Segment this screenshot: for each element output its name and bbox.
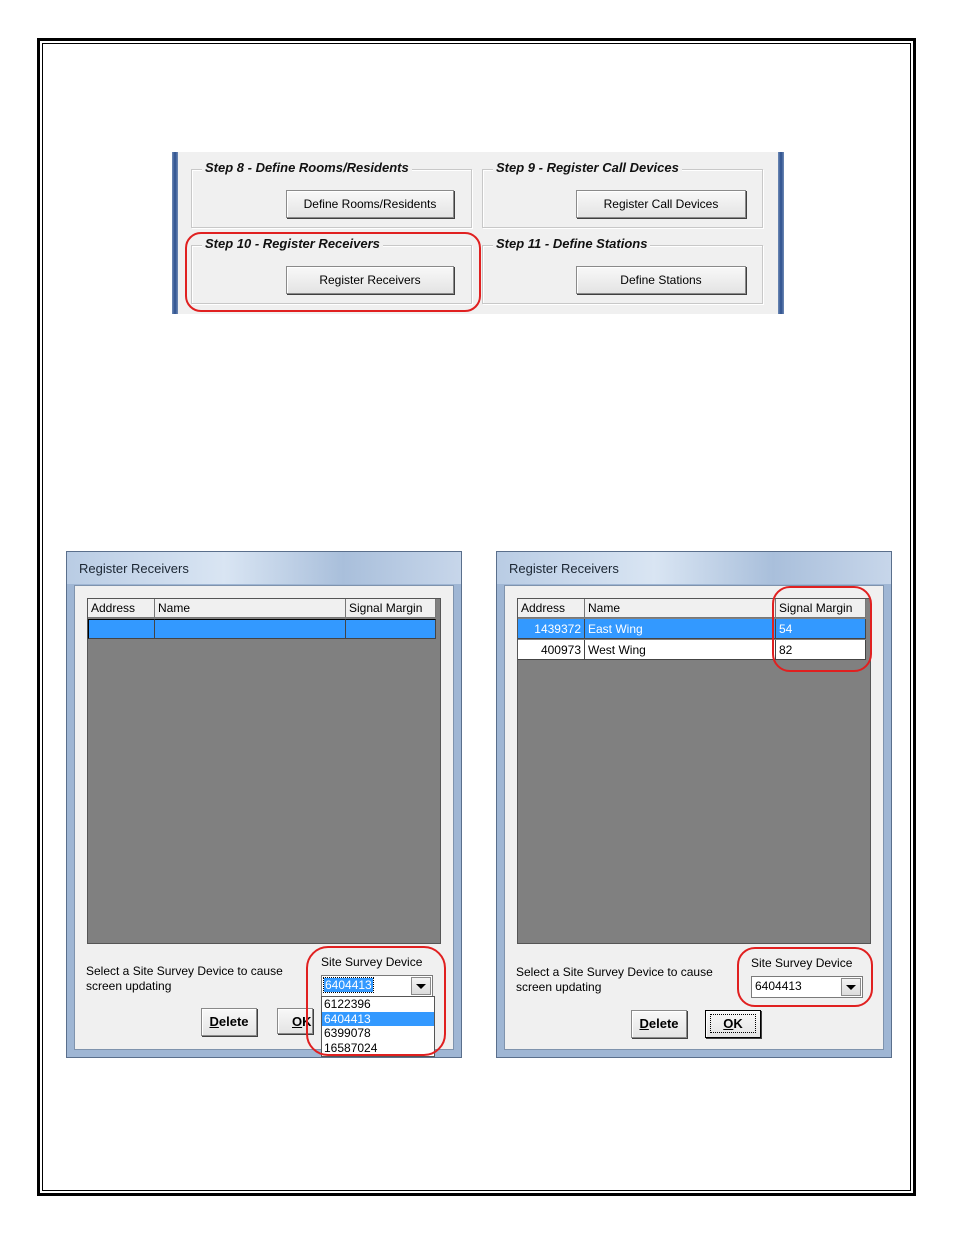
cell-name[interactable] xyxy=(155,619,346,639)
dialog-title-bar[interactable]: Register Receivers xyxy=(497,552,891,584)
register-receivers-dialog-left: Register Receivers Address Name Signal M… xyxy=(66,551,462,1058)
dialog-title: Register Receivers xyxy=(509,561,619,576)
cell-address[interactable]: 400973 xyxy=(518,640,585,660)
panel-right-edge xyxy=(778,152,784,314)
grid-header: Address Name Signal Margin xyxy=(518,599,866,619)
chevron-down-icon[interactable] xyxy=(841,978,861,996)
cell-signal-margin[interactable] xyxy=(346,619,436,639)
col-signal-margin-header[interactable]: Signal Margin xyxy=(346,599,436,618)
cell-name[interactable]: East Wing xyxy=(585,619,776,639)
dropdown-option[interactable]: 16587024 xyxy=(322,1041,434,1056)
step11-legend: Step 11 - Define Stations xyxy=(493,236,651,251)
cell-address[interactable] xyxy=(88,619,155,639)
ok-mnemonic: O xyxy=(723,1016,734,1031)
site-survey-device-dropdown-list[interactable]: 6122396 6404413 6399078 16587024 xyxy=(321,996,435,1057)
ok-button[interactable]: OK xyxy=(705,1010,761,1038)
cell-address[interactable]: 1439372 xyxy=(518,619,585,639)
step10-group: Step 10 - Register Receivers Register Re… xyxy=(191,236,472,304)
step11-group: Step 11 - Define Stations Define Station… xyxy=(482,236,763,304)
delete-label: elete xyxy=(648,1016,679,1031)
col-name-header[interactable]: Name xyxy=(155,599,346,618)
delete-button[interactable]: Delete xyxy=(631,1010,687,1038)
site-survey-device-label: Site Survey Device xyxy=(751,956,853,970)
cell-name[interactable]: West Wing xyxy=(585,640,776,660)
instruction-line-2: screen updating xyxy=(516,980,602,994)
cell-signal-margin[interactable]: 54 xyxy=(776,619,866,639)
delete-mnemonic: D xyxy=(209,1014,219,1029)
table-row[interactable] xyxy=(88,619,436,640)
dropdown-option[interactable]: 6399078 xyxy=(322,1026,434,1041)
combo-value: 6404413 xyxy=(323,977,374,993)
col-address-header[interactable]: Address xyxy=(88,599,155,618)
site-survey-device-combo[interactable]: 6404413 xyxy=(321,975,433,997)
ok-button[interactable]: OK xyxy=(277,1008,313,1034)
step9-legend: Step 9 - Register Call Devices xyxy=(493,160,682,175)
dialog-client-area: Address Name Signal Margin 1439372 East … xyxy=(504,585,884,1050)
ok-label: K xyxy=(302,1014,312,1029)
register-receivers-button[interactable]: Register Receivers xyxy=(286,266,454,294)
col-signal-margin-header[interactable]: Signal Margin xyxy=(776,599,866,618)
instruction-line-1: Select a Site Survey Device to cause xyxy=(516,965,713,979)
ok-mnemonic: O xyxy=(292,1014,303,1029)
col-address-header[interactable]: Address xyxy=(518,599,585,618)
register-call-devices-button[interactable]: Register Call Devices xyxy=(576,190,746,218)
wizard-steps-panel: Step 8 - Define Rooms/Residents Define R… xyxy=(172,152,784,314)
define-stations-button[interactable]: Define Stations xyxy=(576,266,746,294)
ok-label: K xyxy=(733,1016,743,1031)
instruction-line-1: Select a Site Survey Device to cause xyxy=(86,964,283,978)
panel-left-edge xyxy=(172,152,178,314)
grid-header: Address Name Signal Margin xyxy=(88,599,436,619)
combo-value: 6404413 xyxy=(755,979,802,993)
define-rooms-residents-button[interactable]: Define Rooms/Residents xyxy=(286,190,454,218)
col-name-header[interactable]: Name xyxy=(585,599,776,618)
table-row[interactable]: 1439372 East Wing 54 xyxy=(518,619,866,640)
site-survey-device-label: Site Survey Device xyxy=(321,955,423,969)
instruction-text: Select a Site Survey Device to cause scr… xyxy=(516,965,713,995)
receivers-grid[interactable]: Address Name Signal Margin 1439372 East … xyxy=(517,598,871,944)
step9-group: Step 9 - Register Call Devices Register … xyxy=(482,160,763,228)
delete-mnemonic: D xyxy=(639,1016,649,1031)
step8-group: Step 8 - Define Rooms/Residents Define R… xyxy=(191,160,472,228)
dropdown-option-selected[interactable]: 6404413 xyxy=(322,1011,434,1026)
instruction-line-2: screen updating xyxy=(86,979,172,993)
table-row[interactable]: 400973 West Wing 82 xyxy=(518,640,866,661)
delete-label: elete xyxy=(218,1014,249,1029)
step10-legend: Step 10 - Register Receivers xyxy=(202,236,383,251)
receivers-grid[interactable]: Address Name Signal Margin xyxy=(87,598,441,944)
dialog-title: Register Receivers xyxy=(79,561,189,576)
delete-button[interactable]: Delete xyxy=(201,1008,257,1036)
dialog-client-area: Address Name Signal Margin Select a Site… xyxy=(74,585,454,1057)
chevron-down-icon[interactable] xyxy=(411,977,431,995)
dropdown-option[interactable]: 6122396 xyxy=(322,997,434,1012)
step8-legend: Step 8 - Define Rooms/Residents xyxy=(202,160,412,175)
site-survey-device-combo[interactable]: 6404413 xyxy=(751,976,863,998)
register-receivers-dialog-right: Register Receivers Address Name Signal M… xyxy=(496,551,892,1058)
cell-signal-margin[interactable]: 82 xyxy=(776,640,866,660)
dialog-title-bar[interactable]: Register Receivers xyxy=(67,552,461,584)
instruction-text: Select a Site Survey Device to cause scr… xyxy=(86,964,283,994)
